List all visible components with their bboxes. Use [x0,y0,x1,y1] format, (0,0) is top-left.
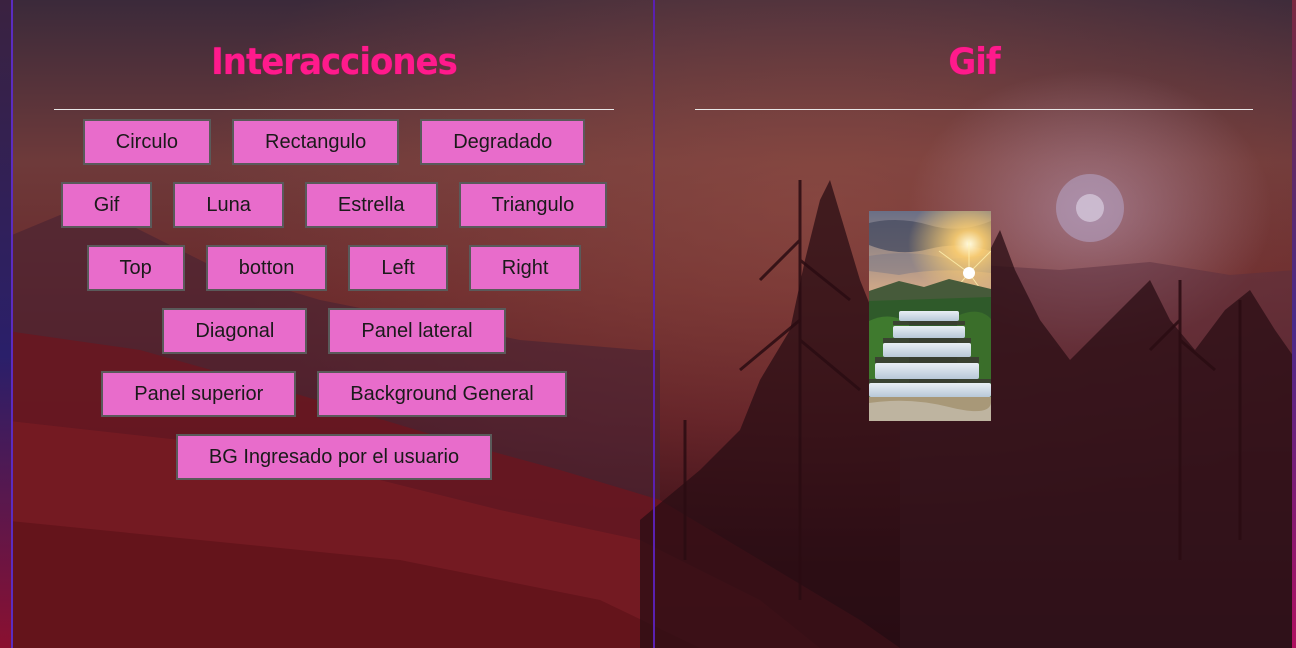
bottom-button[interactable]: botton [205,245,328,291]
panel-divider [653,0,655,648]
button-row-3: Top botton Left Right [54,245,614,291]
panel-lateral-button[interactable]: Panel lateral [328,308,506,354]
interactions-title: Interacciones [211,40,458,84]
gif-title: Gif [948,40,1000,84]
button-row-1: Circulo Rectangulo Degradado [54,119,614,165]
interactions-divider-line [54,109,614,110]
background-general-button[interactable]: Background General [317,371,567,417]
gif-button[interactable]: Gif [60,182,153,228]
estrella-button[interactable]: Estrella [304,182,438,228]
right-frame-border [1292,0,1296,648]
left-frame-border [0,0,13,648]
button-row-5: Panel superior Background General [54,371,614,417]
button-row-2: Gif Luna Estrella Triangulo [54,182,614,228]
right-button[interactable]: Right [468,245,582,291]
triangulo-button[interactable]: Triangulo [458,182,608,228]
luna-button[interactable]: Luna [173,182,284,228]
waterfall-sunset-gif [869,211,991,421]
diagonal-button[interactable]: Diagonal [162,308,308,354]
bg-user-input-button[interactable]: BG Ingresado por el usuario [175,434,493,480]
circulo-button[interactable]: Circulo [82,119,212,165]
left-button[interactable]: Left [348,245,448,291]
rectangulo-button[interactable]: Rectangulo [232,119,400,165]
button-row-4: Diagonal Panel lateral [54,308,614,354]
top-button[interactable]: Top [86,245,185,291]
button-row-6: BG Ingresado por el usuario [54,434,614,480]
panel-superior-button[interactable]: Panel superior [101,371,297,417]
gif-divider-line [695,109,1253,110]
degradado-button[interactable]: Degradado [420,119,586,165]
interactions-panel: Interacciones Circulo Rectangulo Degrada… [54,0,614,648]
gif-panel: Gif [695,0,1253,648]
